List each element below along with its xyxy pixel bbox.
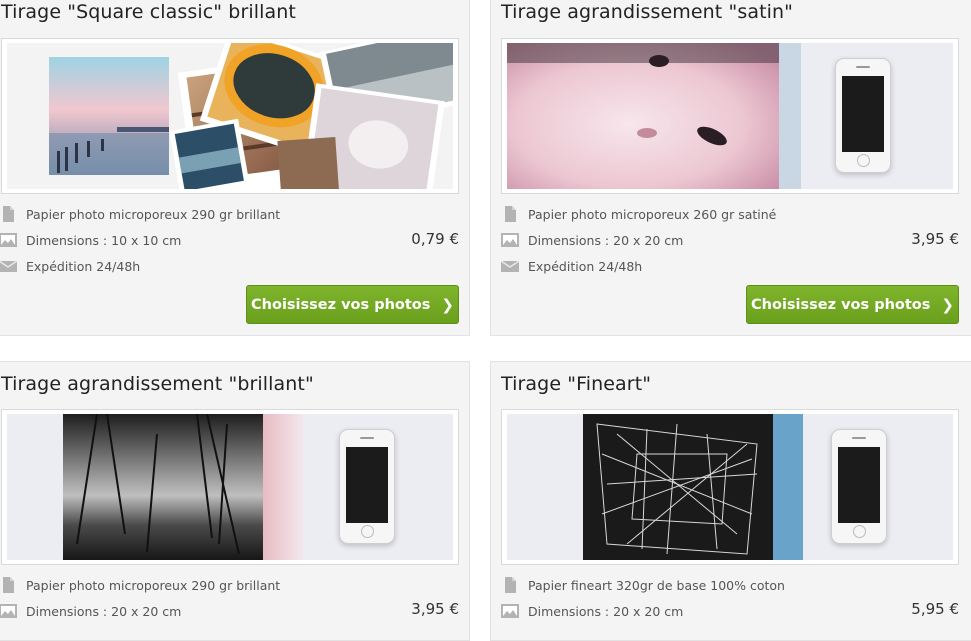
image-icon — [501, 603, 519, 619]
shipping-label: Expédition 24/48h — [528, 258, 643, 274]
chevron-right-icon: ❯ — [941, 295, 954, 314]
price: 3,95 € — [411, 600, 459, 618]
paper-label: Papier fineart 320gr de base 100% coton — [528, 577, 785, 593]
product-card-satin: Tirage agrandissement "satin" Papier pho… — [490, 0, 971, 336]
image-icon — [0, 232, 17, 248]
paper-label: Papier photo microporeux 290 gr brillant — [26, 206, 281, 222]
product-image[interactable] — [501, 409, 959, 565]
envelope-icon — [0, 258, 18, 274]
product-image[interactable] — [1, 38, 459, 194]
chevron-right-icon: ❯ — [441, 295, 454, 314]
document-icon — [501, 206, 519, 222]
dimensions-label: Dimensions : 10 x 10 cm — [26, 232, 182, 248]
card-title: Tirage "Fineart" — [501, 373, 652, 395]
product-image[interactable] — [501, 38, 959, 194]
image-icon — [501, 232, 519, 248]
price: 0,79 € — [411, 230, 459, 248]
phone-illustration — [831, 429, 887, 544]
image-icon — [0, 603, 17, 619]
product-card-square-classic: Tirage "Square classic" brillant Papier … — [0, 0, 470, 336]
price: 3,95 € — [911, 230, 959, 248]
shipping-label: Expédition 24/48h — [26, 258, 141, 274]
price: 5,95 € — [911, 600, 959, 618]
envelope-icon — [500, 258, 520, 274]
product-card-fineart: Tirage "Fineart" Papier fineart 320gr de… — [490, 361, 971, 641]
document-icon — [501, 577, 519, 593]
photo-collage — [7, 43, 453, 189]
phone-illustration — [835, 58, 891, 173]
paper-label: Papier photo microporeux 290 gr brillant — [26, 577, 281, 593]
card-title: Tirage agrandissement "satin" — [501, 1, 793, 23]
button-label: Choisissez vos photos — [751, 296, 931, 313]
product-card-brillant: Tirage agrandissement "brillant" Papier … — [0, 361, 470, 641]
paper-label: Papier photo microporeux 260 gr satiné — [528, 206, 777, 222]
dimensions-label: Dimensions : 20 x 20 cm — [528, 603, 684, 619]
document-icon — [0, 206, 17, 222]
card-title: Tirage agrandissement "brillant" — [1, 373, 314, 395]
dimensions-label: Dimensions : 20 x 20 cm — [26, 603, 182, 619]
card-title: Tirage "Square classic" brillant — [1, 1, 296, 23]
button-label: Choisissez vos photos — [251, 296, 431, 313]
choose-photos-button[interactable]: Choisissez vos photos ❯ — [246, 285, 459, 324]
phone-illustration — [339, 429, 395, 544]
choose-photos-button[interactable]: Choisissez vos photos ❯ — [746, 285, 959, 324]
document-icon — [0, 577, 17, 593]
product-image[interactable] — [1, 409, 459, 565]
dimensions-label: Dimensions : 20 x 20 cm — [528, 232, 684, 248]
